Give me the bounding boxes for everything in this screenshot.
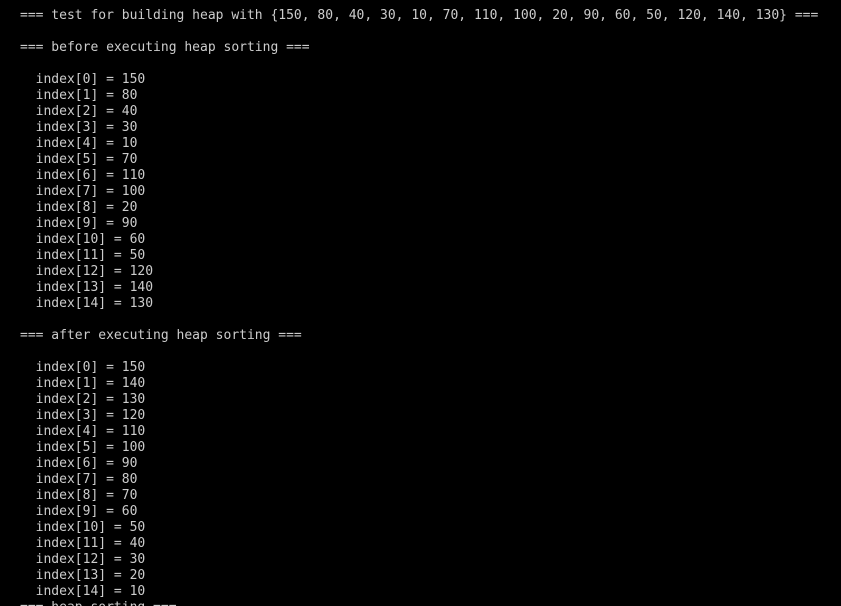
before-index-line: index[14] = 130: [20, 296, 154, 311]
before-index-line: index[12] = 120: [20, 264, 154, 279]
before-index-line: index[3] = 30: [20, 120, 138, 135]
before-index-line: index[9] = 90: [20, 216, 138, 231]
before-index-line: index[8] = 20: [20, 200, 138, 215]
after-index-line: index[1] = 140: [20, 376, 146, 391]
before-index-line: index[2] = 40: [20, 104, 138, 119]
before-index-line: index[10] = 60: [20, 232, 146, 247]
after-index-line: index[12] = 30: [20, 552, 146, 567]
after-index-line: index[8] = 70: [20, 488, 138, 503]
terminal-window[interactable]: === test for building heap with {150, 80…: [0, 0, 841, 606]
after-index-line: index[10] = 50: [20, 520, 146, 535]
before-index-line: index[13] = 140: [20, 280, 154, 295]
after-index-line: index[14] = 10: [20, 584, 146, 599]
clipped-bottom-line: === heap sorting ===: [0, 600, 841, 606]
before-index-line: index[1] = 80: [20, 88, 138, 103]
before-index-line: index[5] = 70: [20, 152, 138, 167]
after-index-line: index[9] = 60: [20, 504, 138, 519]
before-index-line: index[0] = 150: [20, 72, 146, 87]
before-section-header: === before executing heap sorting ===: [20, 40, 310, 55]
after-index-line: index[2] = 130: [20, 392, 146, 407]
after-index-line: index[6] = 90: [20, 456, 138, 471]
after-index-line: index[13] = 20: [20, 568, 146, 583]
before-index-line: index[7] = 100: [20, 184, 146, 199]
before-index-line: index[6] = 110: [20, 168, 146, 183]
after-index-line: index[0] = 150: [20, 360, 146, 375]
after-section-header: === after executing heap sorting ===: [20, 328, 302, 343]
before-index-line: index[11] = 50: [20, 248, 146, 263]
after-index-line: index[4] = 110: [20, 424, 146, 439]
before-index-line: index[4] = 10: [20, 136, 138, 151]
after-index-line: index[7] = 80: [20, 472, 138, 487]
after-index-line: index[5] = 100: [20, 440, 146, 455]
terminal-output: === test for building heap with {150, 80…: [0, 8, 841, 606]
after-index-line: index[11] = 40: [20, 536, 146, 551]
test-header-line: === test for building heap with {150, 80…: [20, 8, 819, 23]
after-index-line: index[3] = 120: [20, 408, 146, 423]
